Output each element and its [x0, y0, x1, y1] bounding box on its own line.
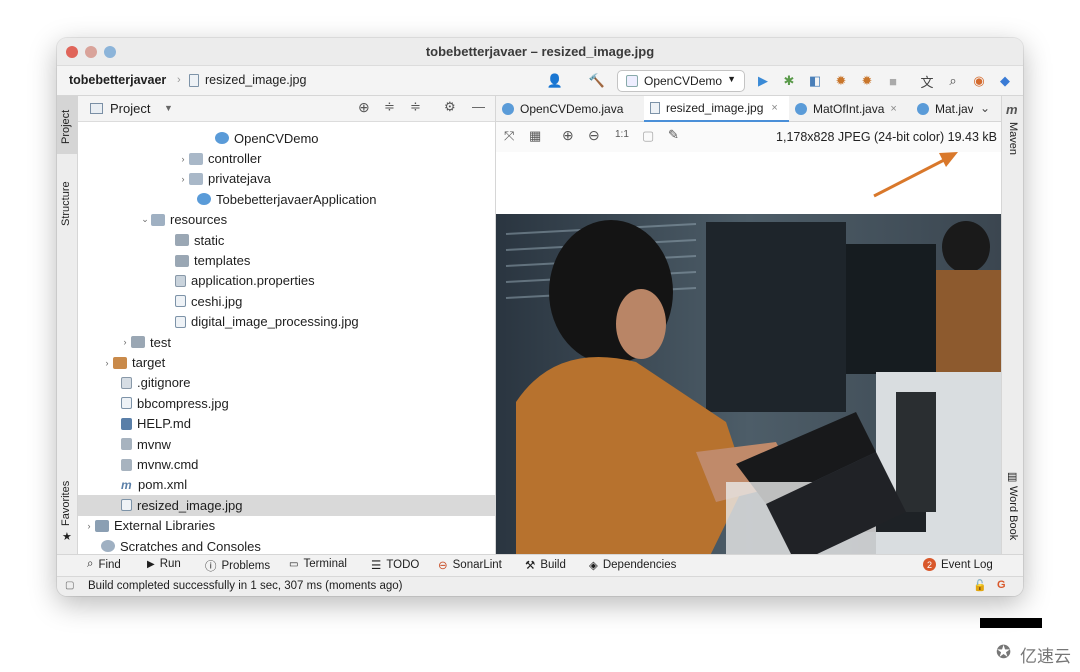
annotation-overlay — [873, 152, 958, 198]
watermark-text: 亿速云 — [1020, 647, 1071, 667]
watermark-logo-icon: ✪ — [996, 642, 1012, 662]
watermark: ✪ 亿速云 — [980, 618, 1080, 672]
watermark-bar — [980, 618, 1042, 628]
annotation-arrow — [873, 156, 949, 198]
